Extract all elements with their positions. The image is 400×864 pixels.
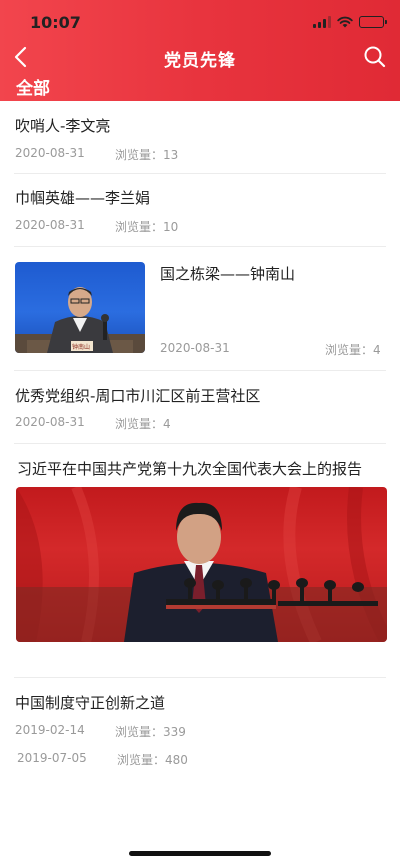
portrait-image: [15, 287, 145, 353]
views-label: 浏览量：: [115, 417, 164, 431]
article-views: 浏览量：4: [115, 415, 171, 432]
article-thumbnail: 钟南山: [15, 262, 145, 353]
wifi-icon: [337, 16, 353, 28]
views-count: 339: [163, 725, 186, 739]
header-bar: 10:07 党员先锋 全部: [0, 0, 400, 101]
article-title: 巾帼英雄——李兰娟: [15, 189, 151, 207]
article-views: 浏览量：10: [115, 218, 178, 235]
article-views: 浏览量：13: [115, 146, 178, 163]
status-icons: [313, 15, 387, 29]
status-time: 10:07: [30, 13, 81, 32]
views-count: 4: [373, 343, 381, 357]
article-date: 2020-08-31: [15, 218, 85, 232]
article-date: 2019-02-14: [15, 723, 85, 737]
views-count: 480: [165, 753, 188, 767]
article-title: 国之栋梁——钟南山: [160, 265, 296, 283]
list-item[interactable]: 钟南山 国之栋梁——钟南山 2020-08-31 浏览量：4: [0, 247, 400, 371]
article-title: 优秀党组织-周口市川汇区前王营社区: [15, 387, 261, 405]
article-views: 浏览量：339: [115, 723, 186, 740]
article-date: 2020-08-31: [15, 415, 85, 429]
home-indicator[interactable]: [129, 851, 271, 856]
cellular-signal-icon: [313, 16, 331, 28]
views-label: 浏览量：: [115, 725, 164, 739]
article-views: 浏览量：480: [117, 751, 188, 768]
views-count: 13: [163, 148, 179, 162]
search-icon: [364, 46, 386, 68]
status-bar: 10:07: [0, 0, 400, 44]
list-item[interactable]: 优秀党组织-周口市川汇区前王营社区 2020-08-31 浏览量：4: [0, 371, 400, 443]
article-title: 吹哨人-李文亮: [15, 117, 111, 135]
article-title: 习近平在中国共产党第十九次全国代表大会上的报告: [17, 460, 363, 478]
article-date: 2020-08-31: [160, 341, 230, 355]
list-item[interactable]: 巾帼英雄——李兰娟 2020-08-31 浏览量：10: [0, 174, 400, 246]
article-date: 2019-07-05: [17, 751, 87, 765]
views-label: 浏览量：: [325, 343, 374, 357]
thumbnail-caption: 钟南山: [72, 344, 91, 351]
article-views: 浏览量：4: [325, 341, 381, 358]
views-label: 浏览量：: [115, 220, 164, 234]
article-title: 中国制度守正创新之道: [15, 694, 166, 712]
page-title: 党员先锋: [164, 51, 236, 71]
views-label: 浏览量：: [117, 753, 166, 767]
search-button[interactable]: [362, 44, 388, 70]
views-label: 浏览量：: [115, 148, 164, 162]
article-date: 2020-08-31: [15, 146, 85, 160]
list-item[interactable]: 吹哨人-李文亮 2020-08-31 浏览量：13: [0, 101, 400, 174]
tab-all[interactable]: 全部: [16, 74, 50, 99]
battery-icon: [359, 16, 387, 28]
views-count: 4: [163, 417, 171, 431]
article-image: [16, 487, 387, 642]
speaker-photo: [16, 487, 387, 642]
list-item[interactable]: 习近平在中国共产党第十九次全国代表大会上的报告 2019-07-05 浏览量：4…: [0, 444, 400, 767]
list-item[interactable]: 中国制度守正创新之道 2019-02-14 浏览量：339: [0, 678, 400, 750]
views-count: 10: [163, 220, 179, 234]
